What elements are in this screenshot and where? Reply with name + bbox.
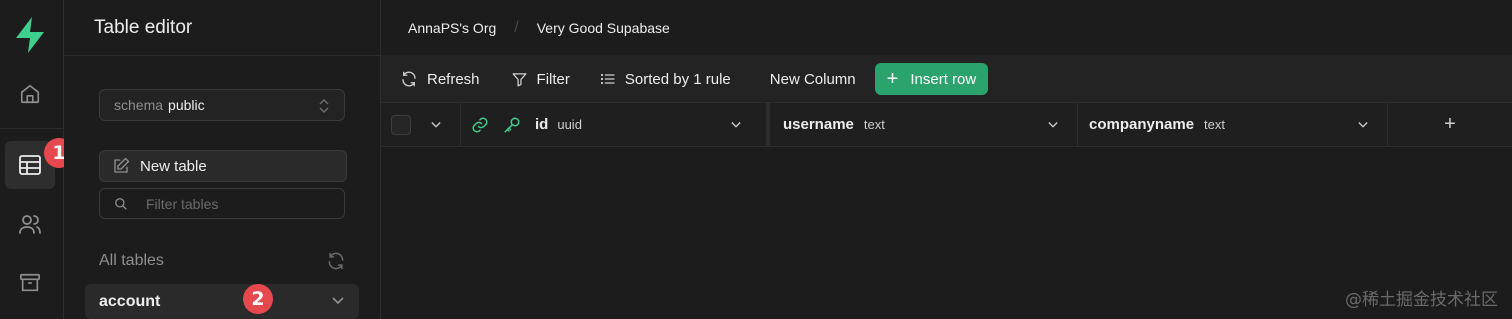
watermark: @稀土掘金技术社区	[1345, 290, 1498, 310]
column-name: id	[535, 116, 549, 133]
chevron-down-icon[interactable]	[1357, 120, 1369, 130]
home-icon	[20, 84, 40, 104]
refresh-icon	[402, 71, 416, 87]
table-toolbar: Refresh Filter Sorted by 1 rule New Colu…	[381, 56, 1512, 103]
refresh-label: Refresh	[427, 70, 480, 88]
chevron-down-icon[interactable]	[1047, 120, 1059, 130]
new-table-label: New table	[140, 157, 207, 175]
grid-header-row: id uuid username text companyname text +	[381, 103, 1512, 147]
column-header-id[interactable]: id uuid	[461, 103, 767, 146]
new-table-button[interactable]: New table	[99, 150, 347, 182]
users-icon	[19, 215, 41, 234]
annotation-badge-2: 2	[243, 284, 273, 314]
refresh-tables-icon[interactable]	[326, 251, 346, 271]
chevron-updown-icon	[319, 98, 329, 114]
archive-icon	[20, 273, 40, 292]
schema-prefix: schema	[114, 97, 164, 113]
column-header-username[interactable]: username text	[767, 103, 1078, 146]
sort-icon	[600, 73, 615, 85]
sidebar-title: Table editor	[64, 0, 380, 56]
main-panel: AnnaPS's Org / Very Good Supabase Refres…	[381, 0, 1512, 319]
filter-icon	[512, 72, 527, 87]
table-list-item-account[interactable]: account	[85, 284, 359, 319]
column-type: text	[863, 117, 885, 132]
column-type: text	[1204, 117, 1226, 132]
sort-button[interactable]: Sorted by 1 rule	[600, 63, 731, 95]
breadcrumb: AnnaPS's Org / Very Good Supabase	[381, 0, 1512, 56]
table-editor-sidebar: Table editor schema public New table All…	[64, 0, 381, 319]
key-icon	[504, 117, 520, 132]
column-type: uuid	[557, 117, 582, 132]
select-all-cell	[381, 103, 461, 146]
table-editor-icon	[19, 155, 41, 175]
select-all-checkbox[interactable]	[391, 114, 411, 135]
schema-value: public	[168, 97, 205, 113]
add-column-button[interactable]: +	[1388, 103, 1512, 146]
chevron-down-icon[interactable]	[730, 120, 742, 130]
sort-label: Sorted by 1 rule	[624, 70, 731, 88]
table-name: account	[99, 292, 161, 310]
insert-row-button[interactable]: + Insert row	[874, 63, 989, 95]
plus-icon: +	[1444, 113, 1456, 135]
new-column-label: New Column	[769, 70, 856, 88]
supabase-logo-icon[interactable]	[13, 16, 47, 54]
rail-divider	[0, 128, 64, 129]
new-column-button[interactable]: New Column	[770, 63, 856, 95]
nav-storage[interactable]	[5, 259, 55, 307]
refresh-button[interactable]: Refresh	[400, 63, 480, 95]
filter-tables-input[interactable]	[146, 195, 336, 212]
filter-tables-field[interactable]	[99, 188, 345, 219]
insert-row-label: Insert row	[910, 70, 977, 88]
breadcrumb-separator: /	[514, 18, 519, 36]
column-name: username	[783, 116, 854, 133]
column-header-companyname[interactable]: companyname text	[1078, 103, 1388, 146]
nav-home[interactable]	[5, 70, 55, 118]
plus-icon: +	[886, 67, 899, 90]
schema-selector[interactable]: schema public	[99, 89, 345, 121]
filter-button[interactable]: Filter	[511, 63, 570, 95]
filter-label: Filter	[536, 70, 570, 88]
nav-authentication[interactable]	[5, 200, 55, 248]
column-name: companyname	[1089, 116, 1195, 133]
chevron-down-icon[interactable]	[430, 120, 442, 130]
search-icon	[115, 197, 127, 210]
link-icon	[472, 117, 488, 132]
breadcrumb-org[interactable]: AnnaPS's Org	[408, 20, 496, 36]
breadcrumb-project[interactable]: Very Good Supabase	[537, 20, 670, 36]
grid-body	[381, 147, 1512, 319]
all-tables-label: All tables	[99, 252, 164, 269]
chevron-down-icon[interactable]	[331, 295, 345, 307]
edit-icon	[114, 157, 130, 173]
